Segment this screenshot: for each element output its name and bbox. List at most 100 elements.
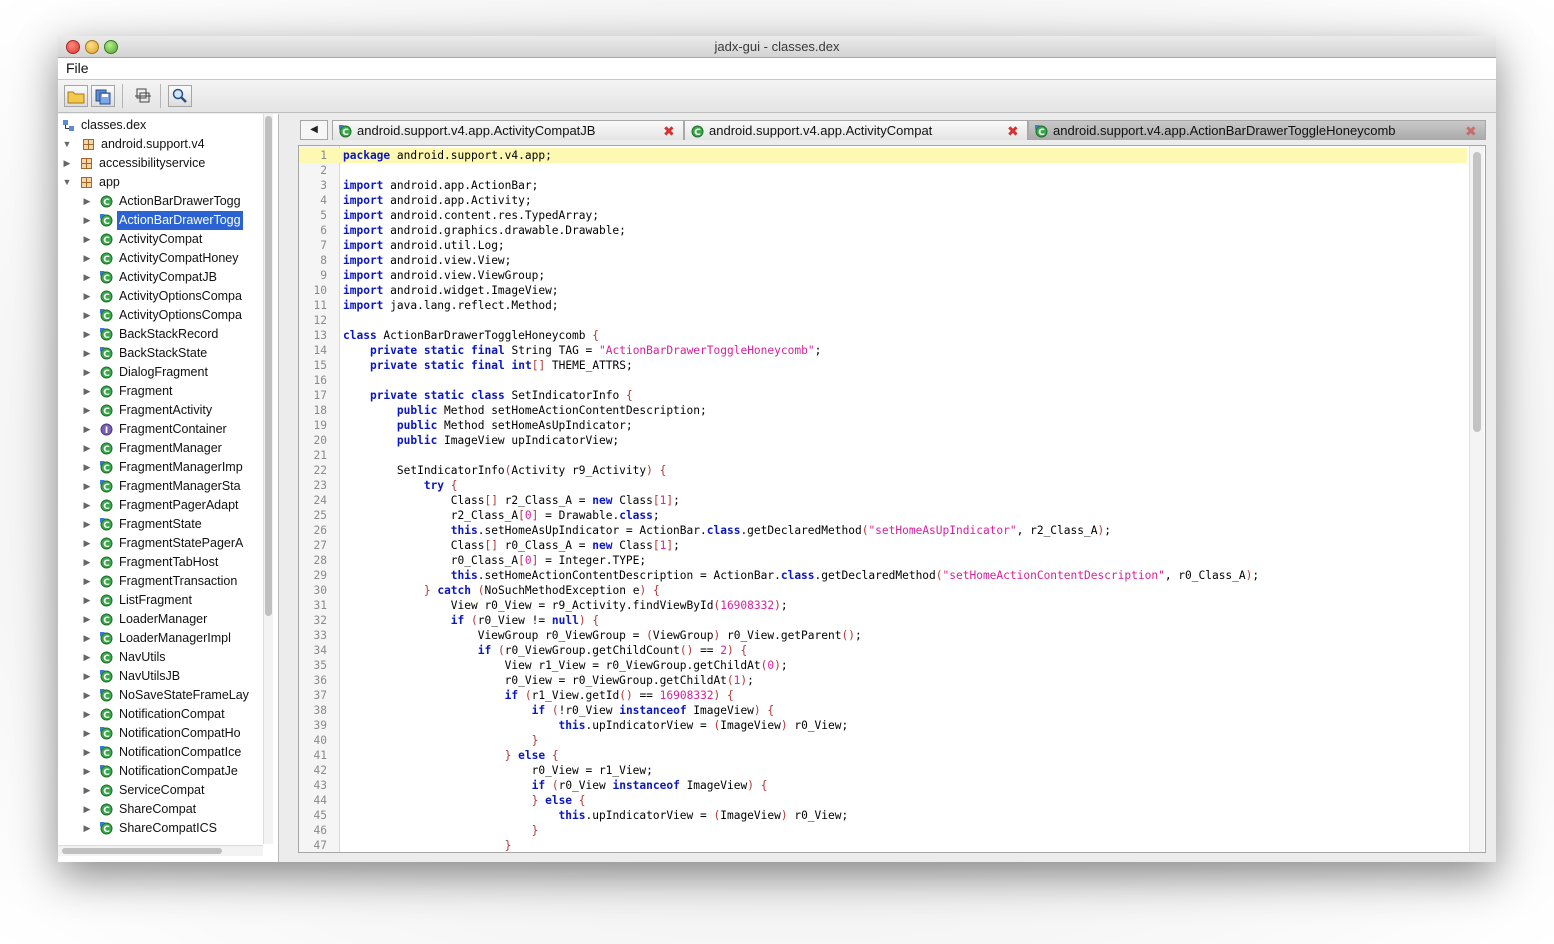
- code-line[interactable]: 26 this.setHomeAsUpIndicator = ActionBar…: [299, 523, 1467, 538]
- editor-scroll-thumb[interactable]: [1473, 152, 1481, 432]
- expand-arrow-icon[interactable]: ▶: [82, 572, 92, 591]
- code-line[interactable]: 30 } catch (NoSuchMethodException e) {: [299, 583, 1467, 598]
- save-all-button[interactable]: [91, 85, 115, 107]
- expand-arrow-icon[interactable]: ▶: [82, 534, 92, 553]
- code-line[interactable]: 33 ViewGroup r0_ViewGroup = (ViewGroup) …: [299, 628, 1467, 643]
- expand-arrow-icon[interactable]: ▶: [82, 629, 92, 648]
- expand-arrow-icon[interactable]: ▶: [82, 705, 92, 724]
- editor-vertical-scrollbar[interactable]: [1469, 146, 1484, 852]
- menu-file[interactable]: File: [66, 60, 89, 76]
- class-tree[interactable]: classes.dex ▼ android.support.v4 ▶ accessibi…: [58, 114, 279, 862]
- expand-arrow-icon[interactable]: ▶: [82, 192, 92, 211]
- close-tab-icon[interactable]: ✖: [663, 121, 675, 141]
- expand-arrow-icon[interactable]: ▶: [82, 762, 92, 781]
- expand-arrow-icon[interactable]: ▶: [82, 249, 92, 268]
- code-line[interactable]: 12: [299, 313, 1467, 328]
- code-line[interactable]: 17 private static class SetIndicatorInfo…: [299, 388, 1467, 403]
- code-line[interactable]: 42 r0_View = r1_View;: [299, 763, 1467, 778]
- expand-arrow-icon[interactable]: ▶: [82, 667, 92, 686]
- expand-arrow-icon[interactable]: ▶: [82, 515, 92, 534]
- code-line[interactable]: 38 if (!r0_View instanceof ImageView) {: [299, 703, 1467, 718]
- expand-arrow-icon[interactable]: ▶: [82, 211, 92, 230]
- code-line[interactable]: 2: [299, 163, 1467, 178]
- tree-horizontal-scrollbar[interactable]: [58, 845, 263, 856]
- expand-arrow-icon[interactable]: ▶: [62, 154, 72, 173]
- expand-arrow-icon[interactable]: ▶: [82, 819, 92, 838]
- tree-hscroll-thumb[interactable]: [62, 848, 222, 854]
- expand-arrow-icon[interactable]: ▶: [82, 325, 92, 344]
- code-line[interactable]: 35 View r1_View = r0_ViewGroup.getChildA…: [299, 658, 1467, 673]
- collapse-arrow-icon[interactable]: ▼: [62, 135, 72, 154]
- code-line[interactable]: 4 import android.app.Activity;: [299, 193, 1467, 208]
- code-line[interactable]: 20 public ImageView upIndicatorView;: [299, 433, 1467, 448]
- code-line[interactable]: 32 if (r0_View != null) {: [299, 613, 1467, 628]
- expand-arrow-icon[interactable]: ▶: [82, 724, 92, 743]
- editor-tab[interactable]: Candroid.support.v4.app.ActivityCompat ✖: [684, 120, 1028, 140]
- code-line[interactable]: 28 r0_Class_A[0] = Integer.TYPE;: [299, 553, 1467, 568]
- code-line[interactable]: 18 public Method setHomeActionContentDes…: [299, 403, 1467, 418]
- code-line[interactable]: 7 import android.util.Log;: [299, 238, 1467, 253]
- code-editor[interactable]: 1 package android.support.v4.app; 2 3 import…: [298, 145, 1486, 853]
- code-line[interactable]: 40 }: [299, 733, 1467, 748]
- expand-arrow-icon[interactable]: ▶: [82, 458, 92, 477]
- expand-arrow-icon[interactable]: ▶: [82, 781, 92, 800]
- expand-arrow-icon[interactable]: ▶: [82, 743, 92, 762]
- sync-tree-button[interactable]: [130, 85, 154, 107]
- code-line[interactable]: 45 this.upIndicatorView = (ImageView) r0…: [299, 808, 1467, 823]
- code-line[interactable]: 37 if (r1_View.getId() == 16908332) {: [299, 688, 1467, 703]
- code-line[interactable]: 5 import android.content.res.TypedArray;: [299, 208, 1467, 223]
- code-line[interactable]: 31 View r0_View = r9_Activity.findViewBy…: [299, 598, 1467, 613]
- expand-arrow-icon[interactable]: ▶: [82, 287, 92, 306]
- code-line[interactable]: 22 SetIndicatorInfo(Activity r9_Activity…: [299, 463, 1467, 478]
- code-line[interactable]: 43 if (r0_View instanceof ImageView) {: [299, 778, 1467, 793]
- expand-arrow-icon[interactable]: ▶: [82, 610, 92, 629]
- search-button[interactable]: [168, 85, 192, 107]
- expand-arrow-icon[interactable]: ▶: [82, 344, 92, 363]
- code-line[interactable]: 27 Class[] r0_Class_A = new Class[1];: [299, 538, 1467, 553]
- tree-vertical-scrollbar[interactable]: [263, 114, 273, 844]
- code-line[interactable]: 44 } else {: [299, 793, 1467, 808]
- code-line[interactable]: 39 this.upIndicatorView = (ImageView) r0…: [299, 718, 1467, 733]
- expand-arrow-icon[interactable]: ▶: [82, 420, 92, 439]
- expand-arrow-icon[interactable]: ▶: [82, 439, 92, 458]
- code-line[interactable]: 10 import android.widget.ImageView;: [299, 283, 1467, 298]
- editor-tab[interactable]: Candroid.support.v4.app.ActionBarDrawerT…: [1028, 120, 1486, 140]
- tab-scroll-left-button[interactable]: ◀: [300, 120, 328, 140]
- expand-arrow-icon[interactable]: ▶: [82, 496, 92, 515]
- expand-arrow-icon[interactable]: ▶: [82, 306, 92, 325]
- code-line[interactable]: 24 Class[] r2_Class_A = new Class[1];: [299, 493, 1467, 508]
- tree-scroll-thumb[interactable]: [265, 116, 272, 616]
- close-tab-icon[interactable]: ✖: [1465, 121, 1477, 141]
- split-pane-divider[interactable]: [279, 114, 297, 862]
- expand-arrow-icon[interactable]: ▶: [82, 591, 92, 610]
- expand-arrow-icon[interactable]: ▶: [82, 382, 92, 401]
- code-line[interactable]: 25 r2_Class_A[0] = Drawable.class;: [299, 508, 1467, 523]
- collapse-arrow-icon[interactable]: ▼: [62, 173, 72, 192]
- editor-tab[interactable]: Candroid.support.v4.app.ActivityCompatJB…: [332, 120, 684, 140]
- code-line[interactable]: 13 class ActionBarDrawerToggleHoneycomb {: [299, 328, 1467, 343]
- expand-arrow-icon[interactable]: ▶: [82, 230, 92, 249]
- expand-arrow-icon[interactable]: ▶: [82, 401, 92, 420]
- expand-arrow-icon[interactable]: ▶: [82, 363, 92, 382]
- code-line[interactable]: 21: [299, 448, 1467, 463]
- code-line[interactable]: 19 public Method setHomeAsUpIndicator;: [299, 418, 1467, 433]
- code-line[interactable]: 8 import android.view.View;: [299, 253, 1467, 268]
- expand-arrow-icon[interactable]: ▶: [82, 686, 92, 705]
- code-line[interactable]: 6 import android.graphics.drawable.Drawab…: [299, 223, 1467, 238]
- expand-arrow-icon[interactable]: ▶: [82, 553, 92, 572]
- expand-arrow-icon[interactable]: ▶: [82, 800, 92, 819]
- code-line[interactable]: 34 if (r0_ViewGroup.getChildCount() == 2…: [299, 643, 1467, 658]
- code-line[interactable]: 14 private static final String TAG = "Ac…: [299, 343, 1467, 358]
- code-line[interactable]: 29 this.setHomeActionContentDescription …: [299, 568, 1467, 583]
- code-line[interactable]: 41 } else {: [299, 748, 1467, 763]
- code-line[interactable]: 16: [299, 373, 1467, 388]
- code-line[interactable]: 1 package android.support.v4.app;: [299, 148, 1467, 163]
- expand-arrow-icon[interactable]: ▶: [82, 648, 92, 667]
- code-line[interactable]: 46 }: [299, 823, 1467, 838]
- code-line[interactable]: 3 import android.app.ActionBar;: [299, 178, 1467, 193]
- code-line[interactable]: 9 import android.view.ViewGroup;: [299, 268, 1467, 283]
- open-file-button[interactable]: [64, 85, 88, 107]
- code-line[interactable]: 11 import java.lang.reflect.Method;: [299, 298, 1467, 313]
- code-line[interactable]: 47 }: [299, 838, 1467, 852]
- expand-arrow-icon[interactable]: ▶: [82, 268, 92, 287]
